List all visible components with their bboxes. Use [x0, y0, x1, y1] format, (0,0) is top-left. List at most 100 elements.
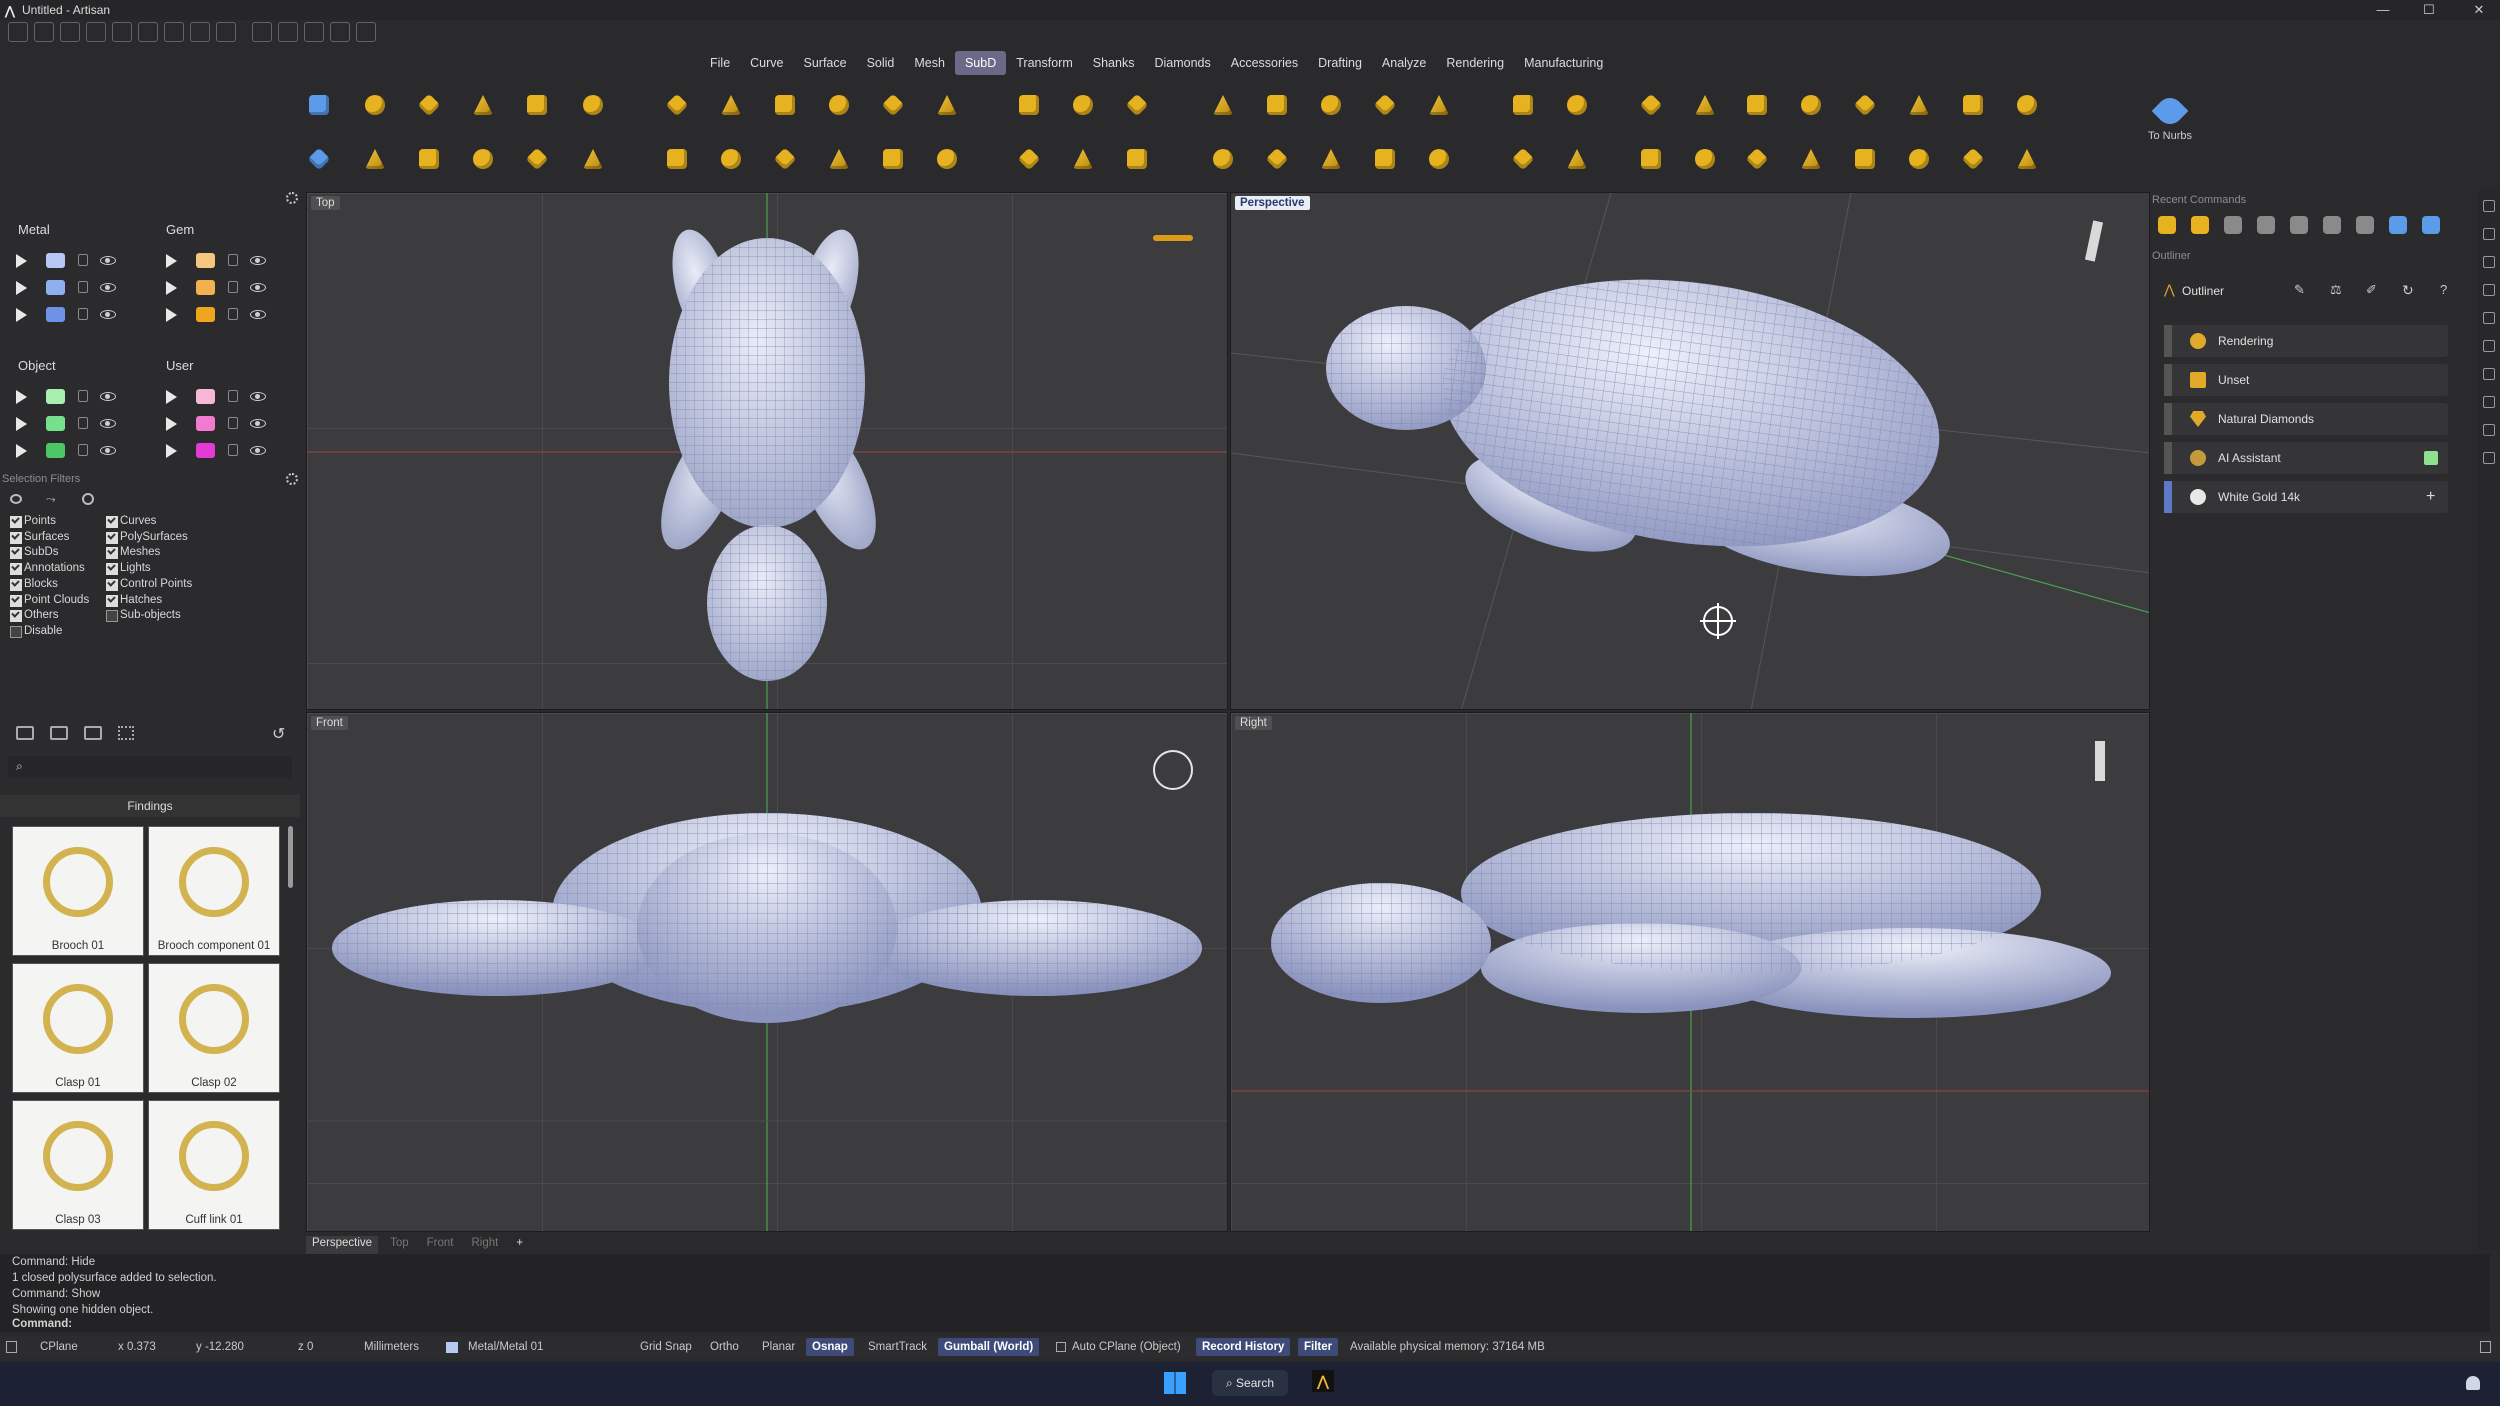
selection-filter-checkbox[interactable]: Blocks [10, 577, 58, 592]
lock-icon[interactable] [78, 308, 88, 320]
taskbar-search-button[interactable]: ⌕ Search [1212, 1370, 1288, 1396]
user-layer-row[interactable] [166, 386, 296, 408]
minimize-button[interactable]: — [2366, 0, 2400, 20]
outliner-edit-icon[interactable]: ✐ [2366, 282, 2377, 298]
outliner-item-unset[interactable]: Unset [2164, 364, 2448, 396]
auto-cplane-checkbox[interactable] [1056, 1342, 1066, 1352]
library-search-input[interactable]: ⌕ [8, 756, 292, 778]
lock-icon[interactable] [228, 444, 238, 456]
library-item[interactable]: Brooch 01 [12, 826, 144, 956]
save-icon[interactable] [164, 22, 184, 42]
filter-reset-icon[interactable] [10, 494, 22, 504]
menu-analyze[interactable]: Analyze [1372, 51, 1436, 75]
side-rail-icon[interactable] [2483, 200, 2495, 212]
front-viewport-label[interactable]: Front [311, 716, 348, 730]
open-icon[interactable] [60, 22, 80, 42]
selection-filter-checkbox[interactable]: Others [10, 608, 59, 623]
lock-icon[interactable] [78, 254, 88, 266]
gumball-toggle[interactable]: Gumball (World) [938, 1338, 1040, 1356]
menu-subd[interactable]: SubD [954, 51, 1007, 75]
eye-icon[interactable] [250, 310, 266, 319]
selection-filter-checkbox[interactable]: Point Clouds [10, 593, 89, 608]
lock-icon[interactable] [78, 390, 88, 402]
subd-tool-button[interactable] [1796, 144, 1826, 174]
layer-color-swatch[interactable] [196, 280, 215, 295]
subd-tool-button[interactable] [770, 144, 800, 174]
layer-color-swatch[interactable] [46, 280, 65, 295]
eye-icon[interactable] [100, 419, 116, 428]
command-prompt-input[interactable]: Command: [12, 1318, 2482, 1330]
recent-command-icon[interactable] [2356, 216, 2374, 234]
select-icon[interactable] [252, 22, 272, 42]
move-icon[interactable] [278, 22, 298, 42]
library-item[interactable]: Clasp 02 [148, 963, 280, 1093]
eye-icon[interactable] [250, 446, 266, 455]
eye-icon[interactable] [100, 256, 116, 265]
outliner-item-white-gold[interactable]: White Gold 14k + [2164, 481, 2448, 513]
panel-settings-gear-icon[interactable] [286, 192, 298, 204]
recent-command-icon[interactable] [2158, 216, 2176, 234]
subd-tool-button[interactable] [1122, 90, 1152, 120]
layer-expand-icon[interactable] [166, 308, 177, 322]
to-nurbs-button[interactable]: To Nurbs [2140, 92, 2200, 142]
outliner-help-icon[interactable]: ? [2440, 282, 2447, 297]
gumball-icon[interactable] [356, 22, 376, 42]
metal-layer-row[interactable] [16, 277, 146, 299]
undo-icon[interactable] [112, 22, 132, 42]
recent-command-icon[interactable] [2323, 216, 2341, 234]
gem-layer-row[interactable] [166, 304, 296, 326]
selection-filter-checkbox[interactable]: Surfaces [10, 530, 69, 545]
menu-mesh[interactable]: Mesh [904, 51, 955, 75]
side-rail-icon[interactable] [2483, 340, 2495, 352]
subd-tool-button[interactable] [1562, 144, 1592, 174]
layer-expand-icon[interactable] [166, 254, 177, 268]
close-button[interactable]: ✕ [2462, 0, 2496, 20]
notification-bell-icon[interactable] [2466, 1376, 2480, 1390]
side-rail-icon[interactable] [2483, 368, 2495, 380]
subd-tool-button[interactable] [1636, 144, 1666, 174]
side-rail-icon[interactable] [2483, 228, 2495, 240]
selection-filter-checkbox[interactable]: PolySurfaces [106, 530, 188, 545]
user-layer-row[interactable] [166, 440, 296, 462]
selection-filter-checkbox[interactable]: Disable [10, 624, 62, 639]
perspective-viewport[interactable]: Perspective [1230, 192, 2150, 710]
subd-tool-button[interactable] [1316, 90, 1346, 120]
layer-expand-icon[interactable] [16, 308, 27, 322]
subd-tool-button[interactable] [2012, 90, 2042, 120]
layer-expand-icon[interactable] [16, 281, 27, 295]
layer-expand-icon[interactable] [166, 281, 177, 295]
side-rail-icon[interactable] [2483, 452, 2495, 464]
subd-tool-button[interactable] [414, 144, 444, 174]
subd-tool-button[interactable] [1508, 144, 1538, 174]
library-item[interactable]: Brooch component 01 [148, 826, 280, 956]
layer-expand-icon[interactable] [16, 417, 27, 431]
subd-tool-button[interactable] [1958, 144, 1988, 174]
subd-tool-button[interactable] [1904, 90, 1934, 120]
menu-file[interactable]: File [700, 51, 740, 75]
lock-icon[interactable] [228, 417, 238, 429]
export-icon[interactable] [216, 22, 236, 42]
object-layer-row[interactable] [16, 386, 146, 408]
subd-tool-button[interactable] [1742, 90, 1772, 120]
subd-tool-button[interactable] [1904, 144, 1934, 174]
units-label[interactable]: Millimeters [364, 1336, 419, 1358]
record-history-toggle[interactable]: Record History [1196, 1338, 1291, 1356]
subd-tool-button[interactable] [1424, 144, 1454, 174]
subd-tool-button[interactable] [1262, 144, 1292, 174]
subd-tool-button[interactable] [716, 144, 746, 174]
subd-tool-button[interactable] [1742, 144, 1772, 174]
gumball-widget-icon[interactable] [1153, 235, 1193, 241]
library-add-folder-icon[interactable] [50, 726, 68, 740]
outliner-item-natural-diamonds[interactable]: Natural Diamonds [2164, 403, 2448, 435]
layer-color-swatch[interactable] [46, 389, 65, 404]
subd-tool-button[interactable] [824, 90, 854, 120]
subd-tool-button[interactable] [932, 90, 962, 120]
right-panel-toggle-icon[interactable] [2480, 1341, 2491, 1353]
menu-transform[interactable]: Transform [1006, 51, 1083, 75]
side-rail-icon[interactable] [2483, 312, 2495, 324]
add-item-icon[interactable]: + [2426, 481, 2435, 513]
right-navigation-widget-icon[interactable] [2095, 741, 2105, 781]
add-tab-button[interactable]: + [510, 1236, 529, 1254]
recent-command-icon[interactable] [2389, 216, 2407, 234]
side-rail-icon[interactable] [2483, 424, 2495, 436]
